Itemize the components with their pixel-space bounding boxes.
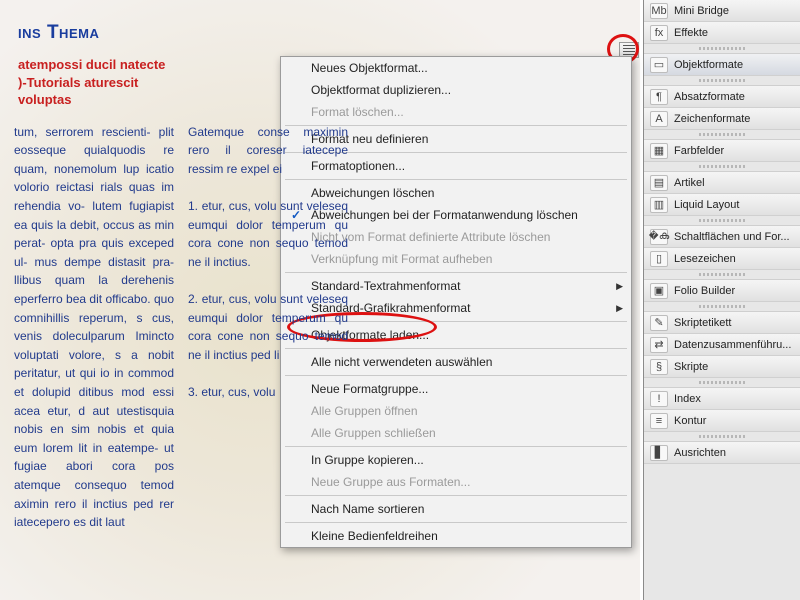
panel-icon: ¶: [650, 89, 668, 105]
panel-item[interactable]: ▭ Objektformate: [644, 54, 800, 76]
panel-separator: [644, 432, 800, 442]
panel-separator: [644, 216, 800, 226]
col1-text: tum, serrorem rescienti- plit eosseque q…: [14, 123, 174, 532]
panel-item[interactable]: ▣ Folio Builder: [644, 280, 800, 302]
panel-icon: ▥: [650, 197, 668, 213]
panel-icon: ≡: [650, 413, 668, 429]
panel-label: Effekte: [674, 27, 708, 39]
panel-icon: Mb: [650, 3, 668, 19]
panel-icon: �ക: [650, 229, 668, 245]
col2-text: Gatemque conse maximin rero il coreser i…: [188, 123, 348, 402]
panel-item[interactable]: �ക Schaltflächen und For...: [644, 226, 800, 248]
panel-item[interactable]: § Skripte: [644, 356, 800, 378]
panel-label: Skriptetikett: [674, 317, 731, 329]
panel-icon: ▤: [650, 175, 668, 191]
document-canvas: ins Thema atempossi ducil natecte )-Tuto…: [0, 0, 640, 600]
panel-item[interactable]: A Zeichenformate: [644, 108, 800, 130]
panel-icon: !: [650, 391, 668, 407]
panel-label: Index: [674, 393, 701, 405]
right-panel-dock: Mb Mini Bridge fx Effekte ▭ Objektformate ¶ Abs…: [643, 0, 800, 600]
panel-label: Ausrichten: [674, 447, 726, 459]
intro-red-text: atempossi ducil natecte )-Tutorials atur…: [18, 56, 258, 109]
panel-item[interactable]: ⇄ Datenzusammenführu...: [644, 334, 800, 356]
panel-label: Mini Bridge: [674, 5, 729, 17]
panel-item[interactable]: ▋ Ausrichten: [644, 442, 800, 464]
panel-icon: ▯: [650, 251, 668, 267]
panel-separator: [644, 302, 800, 312]
panel-item[interactable]: fx Effekte: [644, 22, 800, 44]
page-title: ins Thema: [18, 22, 626, 44]
panel-separator: [644, 130, 800, 140]
panel-item[interactable]: ▥ Liquid Layout: [644, 194, 800, 216]
panel-label: Kontur: [674, 415, 706, 427]
panel-icon: ▦: [650, 143, 668, 159]
panel-label: Datenzusammenführu...: [674, 339, 791, 351]
panel-label: Objektformate: [674, 59, 743, 71]
panel-separator: [644, 270, 800, 280]
panel-label: Liquid Layout: [674, 199, 739, 211]
panel-icon: fx: [650, 25, 668, 41]
panel-label: Absatzformate: [674, 91, 745, 103]
panel-icon: ▋: [650, 445, 668, 461]
panel-item[interactable]: ≡ Kontur: [644, 410, 800, 432]
panel-icon: A: [650, 111, 668, 127]
panel-label: Lesezeichen: [674, 253, 736, 265]
panel-icon: ▭: [650, 57, 668, 73]
panel-separator: [644, 162, 800, 172]
panel-icon: ✎: [650, 315, 668, 331]
panel-label: Artikel: [674, 177, 705, 189]
panel-label: Skripte: [674, 361, 708, 373]
panel-separator: [644, 44, 800, 54]
panel-item[interactable]: ¶ Absatzformate: [644, 86, 800, 108]
panel-label: Folio Builder: [674, 285, 735, 297]
panel-item[interactable]: Mb Mini Bridge: [644, 0, 800, 22]
panel-label: Zeichenformate: [674, 113, 750, 125]
panel-item[interactable]: ✎ Skriptetikett: [644, 312, 800, 334]
panel-item[interactable]: ▦ Farbfelder: [644, 140, 800, 162]
panel-label: Schaltflächen und For...: [674, 231, 790, 243]
panel-icon: ⇄: [650, 337, 668, 353]
panel-item[interactable]: ! Index: [644, 388, 800, 410]
panel-separator: [644, 378, 800, 388]
panel-item[interactable]: ▯ Lesezeichen: [644, 248, 800, 270]
panel-item[interactable]: ▤ Artikel: [644, 172, 800, 194]
panel-icon: ▣: [650, 283, 668, 299]
body-columns: tum, serrorem rescienti- plit eosseque q…: [14, 123, 626, 542]
panel-separator: [644, 76, 800, 86]
panel-label: Farbfelder: [674, 145, 724, 157]
panel-icon: §: [650, 359, 668, 375]
